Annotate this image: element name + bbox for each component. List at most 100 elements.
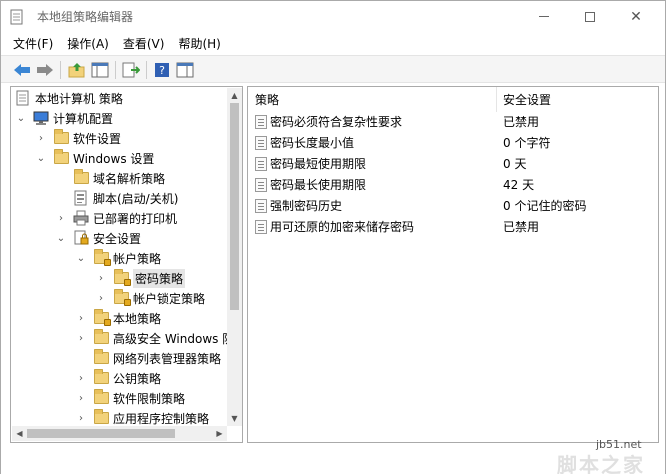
up-one-level-button[interactable] [66, 60, 88, 80]
tree-item-label: 域名解析策略 [93, 171, 166, 186]
tree-item-public-key-policies[interactable]: › 公钥策略 [75, 368, 161, 388]
column-header-policy[interactable]: 策略 [248, 87, 497, 112]
tree-item-windows-settings[interactable]: ⌄ Windows 设置 [35, 148, 154, 168]
menu-view[interactable]: 查看(V) [123, 35, 165, 52]
policy-value: 已禁用 [503, 220, 540, 234]
scroll-up-icon[interactable]: ▲ [227, 88, 242, 103]
tree-item-label: 应用程序控制策略 [113, 411, 210, 426]
tree-item-scripts[interactable]: 脚本(启动/关机) [73, 188, 178, 208]
tree-item-label: 已部署的打印机 [93, 211, 178, 226]
up-folder-icon [68, 63, 85, 78]
scrollbar-thumb[interactable] [230, 103, 239, 310]
tree-item-password-policy[interactable]: › 密码策略 [95, 268, 186, 288]
watermark-brand: 脚本之家 [557, 453, 645, 474]
tree-item-account-lockout-policy[interactable]: › 帐户锁定策略 [95, 288, 205, 308]
back-arrow-icon [14, 64, 30, 76]
tree-item-label: Windows 设置 [73, 151, 155, 166]
policy-setting-icon [255, 177, 267, 192]
chevron-right-icon[interactable]: › [75, 392, 87, 404]
forward-arrow-icon [37, 64, 53, 76]
list-item[interactable]: 密码长度最小值 0 个字符 [248, 132, 658, 153]
column-header-setting[interactable]: 安全设置 [497, 87, 658, 112]
tree-item-local-policies[interactable]: › 本地策略 [75, 308, 161, 328]
list-item[interactable]: 用可还原的加密来储存密码 已禁用 [248, 216, 658, 237]
tree-item-account-policies[interactable]: ⌄ 帐户策略 [75, 248, 161, 268]
show-hide-tree-button[interactable] [89, 60, 111, 80]
properties-pane-button[interactable] [174, 60, 196, 80]
scroll-down-icon[interactable]: ▼ [227, 411, 242, 426]
tree-item-local-computer-policy[interactable]: 本地计算机 策略 [15, 88, 123, 108]
policy-value: 42 天 [503, 178, 535, 192]
tree-item-label: 密码策略 [133, 268, 186, 288]
export-list-button[interactable] [120, 60, 142, 80]
tree-item-label: 本地计算机 策略 [35, 91, 123, 106]
list-item[interactable]: 密码最长使用期限 42 天 [248, 174, 658, 195]
chevron-right-icon[interactable]: › [75, 332, 87, 344]
tree-horizontal-scrollbar[interactable]: ◀ ▶ [12, 426, 227, 441]
tree-item-app-control[interactable]: › 应用程序控制策略 [75, 408, 209, 428]
folder-icon [93, 349, 109, 366]
folder-icon [93, 409, 109, 426]
folder-icon [73, 169, 89, 186]
back-button[interactable] [11, 60, 33, 80]
policy-setting-icon [255, 219, 267, 234]
toolbar-separator [146, 61, 147, 79]
scrollbar-thumb[interactable] [27, 429, 175, 438]
chevron-right-icon[interactable]: › [75, 412, 87, 424]
tree-item-dns-policy[interactable]: 域名解析策略 [73, 168, 165, 188]
scroll-right-icon[interactable]: ▶ [212, 426, 227, 441]
chevron-right-icon[interactable]: › [75, 372, 87, 384]
tree-item-network-list-manager[interactable]: 网络列表管理器策略 [93, 348, 221, 368]
close-button[interactable]: ✕ [613, 1, 659, 32]
folder-lock-icon [113, 269, 131, 286]
chevron-down-icon[interactable]: ⌄ [15, 112, 27, 124]
svg-text:?: ? [159, 64, 165, 77]
chevron-right-icon[interactable]: › [75, 312, 87, 324]
close-icon: ✕ [630, 8, 642, 25]
tree-vertical-scrollbar[interactable]: ▲ ▼ [227, 88, 242, 426]
policy-name: 密码必须符合复杂性要求 [270, 115, 403, 129]
policy-setting-icon [255, 114, 267, 129]
tree-item-software-settings[interactable]: › 软件设置 [35, 128, 121, 148]
chevron-down-icon[interactable]: ⌄ [55, 232, 67, 244]
app-window: 本地组策略编辑器 ✕ 文件(F) 操作(A) 查看(V) 帮助(H) ? 本地计… [0, 0, 666, 474]
toolbar: ? [1, 55, 665, 83]
help-icon: ? [155, 63, 169, 77]
menu-help[interactable]: 帮助(H) [178, 35, 220, 52]
tree-item-label: 软件设置 [73, 131, 122, 146]
tree-item-software-restriction[interactable]: › 软件限制策略 [75, 388, 185, 408]
tree-item-label: 软件限制策略 [113, 391, 186, 406]
details-pane: ^ 策略 安全设置 密码必须符合复杂性要求 已禁用 密码长度最小值 0 个字符 … [247, 86, 659, 443]
policy-name: 密码长度最小值 [270, 136, 355, 150]
chevron-right-icon[interactable]: › [35, 132, 47, 144]
chevron-right-icon[interactable]: › [95, 292, 107, 304]
folder-icon [53, 129, 69, 146]
tree-item-label: 本地策略 [113, 311, 162, 326]
forward-button[interactable] [34, 60, 56, 80]
title-bar: 本地组策略编辑器 ✕ [1, 1, 665, 32]
list-item[interactable]: 密码必须符合复杂性要求 已禁用 [248, 111, 658, 132]
chevron-right-icon[interactable]: › [55, 212, 67, 224]
scroll-left-icon[interactable]: ◀ [12, 426, 27, 441]
tree-item-deployed-printers[interactable]: › 已部署的打印机 [55, 208, 177, 228]
list-item[interactable]: 密码最短使用期限 0 天 [248, 153, 658, 174]
chevron-down-icon[interactable]: ⌄ [75, 252, 87, 264]
help-button[interactable]: ? [151, 60, 173, 80]
tree-item-computer-config[interactable]: ⌄ 计算机配置 [15, 108, 113, 128]
maximize-button[interactable] [567, 1, 613, 32]
tree-item-security-settings[interactable]: ⌄ 安全设置 [55, 228, 141, 248]
policy-value: 0 个记住的密码 [503, 199, 587, 213]
menu-action[interactable]: 操作(A) [67, 35, 109, 52]
minimize-button[interactable] [521, 1, 567, 32]
policy-value: 0 天 [503, 157, 527, 171]
policy-setting-icon [255, 198, 267, 213]
list-item[interactable]: 强制密码历史 0 个记住的密码 [248, 195, 658, 216]
printer-icon [73, 210, 89, 226]
folder-icon [93, 369, 109, 386]
chevron-down-icon[interactable]: ⌄ [35, 152, 47, 164]
folder-lock-icon [93, 249, 111, 266]
maximize-icon [585, 11, 595, 22]
menu-file[interactable]: 文件(F) [13, 35, 53, 52]
chevron-right-icon[interactable]: › [95, 272, 107, 284]
tree-item-windows-firewall[interactable]: › 高级安全 Windows 防 [75, 328, 234, 348]
